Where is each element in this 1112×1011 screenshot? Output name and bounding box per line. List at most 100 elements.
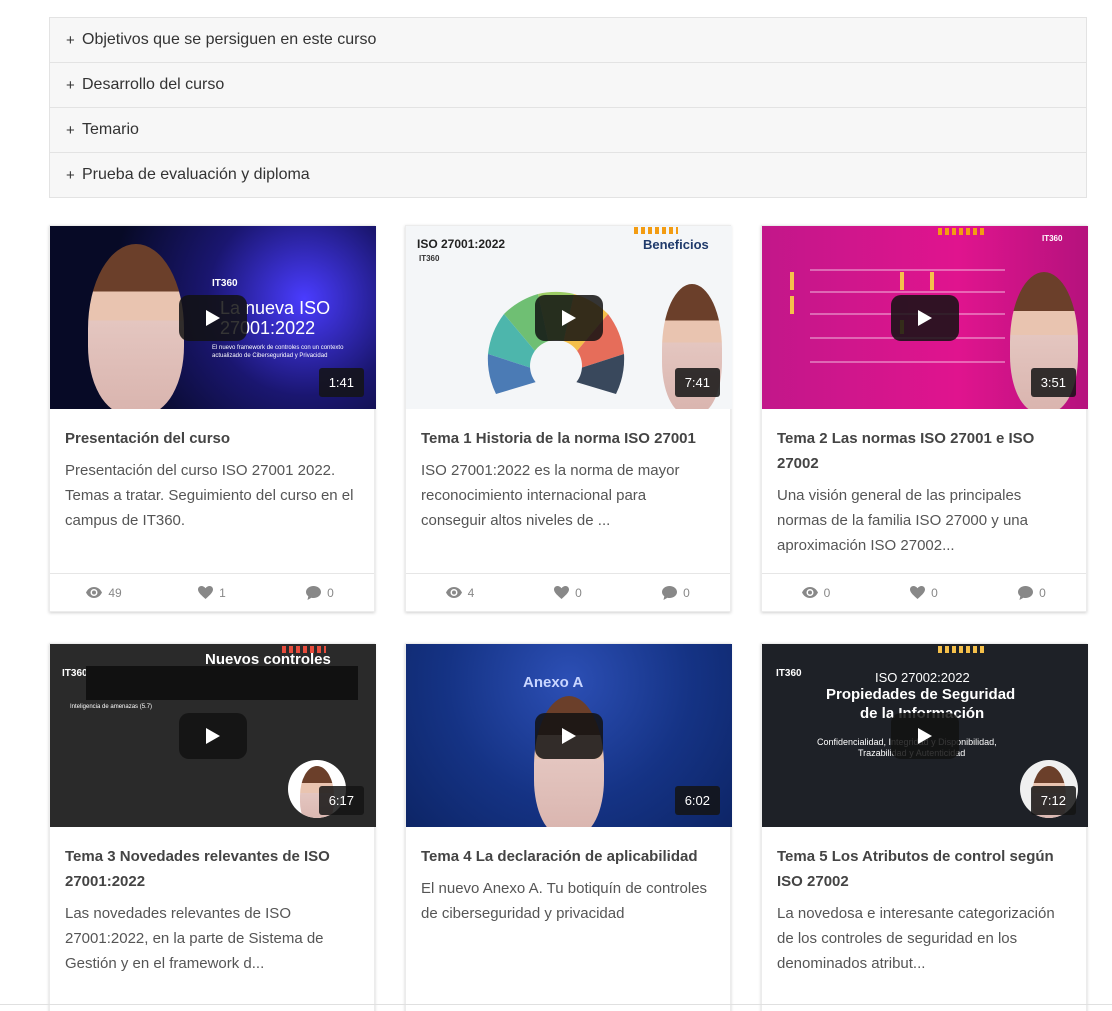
video-title[interactable]: Tema 4 La declaración de aplicabilidad: [421, 844, 715, 869]
page-divider: [0, 1004, 1112, 1005]
video-thumbnail[interactable]: ISO 27001:2022 IT360 Beneficios 7:41: [406, 226, 732, 409]
accordion-label: Desarrollo del curso: [82, 76, 225, 93]
comments-count: 0: [683, 585, 690, 600]
views-stat: 4: [406, 586, 514, 600]
video-duration: 6:17: [318, 786, 364, 815]
plus-icon: +: [66, 121, 75, 139]
likes-stat[interactable]: 0: [870, 586, 978, 600]
views-count: 0: [823, 585, 831, 600]
video-duration: 6:02: [674, 786, 720, 815]
comments-count: 0: [327, 585, 334, 600]
play-button[interactable]: [891, 294, 959, 341]
play-icon: [918, 727, 932, 744]
video-thumbnail[interactable]: IT360 Nuevos controles Inteligencia de a…: [50, 644, 376, 827]
video-duration: 7:41: [674, 368, 720, 397]
thumb-text-box: [86, 666, 358, 700]
video-stats: [50, 1004, 374, 1011]
video-card[interactable]: IT360 3:51 Tema 2 Las normas ISO 27001 e…: [761, 225, 1088, 612]
comments-count: 0: [1039, 585, 1046, 600]
thumb-line1: ISO 27002:2022: [875, 670, 970, 685]
video-duration: 3:51: [1030, 368, 1076, 397]
decorative-stripes: [634, 227, 678, 234]
decorative-stripes: [938, 646, 984, 653]
video-description: El nuevo Anexo A. Tu botiquín de control…: [421, 880, 708, 922]
play-button[interactable]: [891, 712, 959, 759]
play-button[interactable]: [179, 294, 247, 341]
play-button[interactable]: [179, 712, 247, 759]
video-duration: 1:41: [318, 368, 364, 397]
heart-icon: [554, 586, 570, 599]
it360-logo: IT360: [212, 278, 238, 289]
heart-icon: [910, 586, 926, 599]
video-title[interactable]: Tema 1 Historia de la norma ISO 27001: [421, 426, 715, 451]
video-thumbnail[interactable]: IT360 ISO 27002:2022 Propiedades de Segu…: [762, 644, 1088, 827]
accordion-desarrollo[interactable]: + Desarrollo del curso: [49, 62, 1087, 108]
play-icon: [206, 727, 220, 744]
thumb-heading: Anexo A: [523, 674, 584, 691]
video-stats: [762, 1004, 1086, 1011]
video-description: Presentación del curso ISO 27001 2022. T…: [65, 462, 354, 529]
video-duration: 7:12: [1030, 786, 1076, 815]
presenter-image: [88, 244, 184, 409]
video-thumbnail[interactable]: IT360 La nueva ISO 27001:2022 El nuevo f…: [50, 226, 376, 409]
it360-logo: IT360: [62, 668, 88, 679]
accordion-label: Prueba de evaluación y diploma: [82, 166, 310, 183]
likes-count: 0: [575, 585, 582, 600]
likes-stat[interactable]: 0: [514, 586, 622, 600]
plus-icon: +: [66, 31, 75, 49]
play-button[interactable]: [535, 294, 603, 341]
thumb-subtitle: El nuevo framework de controles con un c…: [212, 345, 344, 359]
play-icon: [562, 309, 576, 326]
video-card[interactable]: IT360 ISO 27002:2022 Propiedades de Segu…: [761, 643, 1088, 1011]
likes-count: 0: [931, 585, 938, 600]
accordion-prueba[interactable]: + Prueba de evaluación y diploma: [49, 152, 1087, 198]
eye-icon: [86, 587, 103, 598]
decorative-stripes: [938, 228, 984, 235]
views-stat: 49: [50, 586, 158, 600]
eye-icon: [445, 587, 462, 598]
video-stats: 4 0 0: [406, 573, 730, 611]
video-title[interactable]: Tema 5 Los Atributos de control según IS…: [777, 844, 1071, 894]
plus-icon: +: [66, 76, 75, 94]
accordion-objetivos[interactable]: + Objetivos que se persiguen en este cur…: [49, 17, 1087, 63]
video-thumbnail[interactable]: IT360 3:51: [762, 226, 1088, 409]
video-stats: 49 1 0: [50, 573, 374, 611]
video-description: Una visión general de las principales no…: [777, 487, 1028, 554]
comments-stat[interactable]: 0: [622, 585, 730, 600]
comments-stat[interactable]: 0: [978, 585, 1086, 600]
likes-stat[interactable]: 1: [158, 586, 266, 600]
views-count: 49: [108, 585, 122, 600]
video-thumbnail[interactable]: Anexo A 6:02: [406, 644, 732, 827]
it360-logo: IT360: [776, 668, 802, 679]
video-stats: 0 0 0: [762, 573, 1086, 611]
video-stats: [406, 1004, 730, 1011]
video-title[interactable]: Tema 2 Las normas ISO 27001 e ISO 27002: [777, 426, 1071, 476]
course-info-accordion: + Objetivos que se persiguen en este cur…: [49, 17, 1087, 198]
comment-icon: [1018, 585, 1034, 600]
views-count: 4: [467, 585, 475, 600]
it360-logo: IT360: [419, 254, 440, 263]
video-description: ISO 27001:2022 es la norma de mayor reco…: [421, 462, 680, 529]
thumb-subtitle: Inteligencia de amenazas (5.7): [70, 704, 153, 710]
thumb-line2: Propiedades de Seguridad: [826, 686, 1016, 703]
plus-icon: +: [66, 166, 75, 184]
play-icon: [562, 727, 576, 744]
play-button[interactable]: [535, 712, 603, 759]
accordion-label: Temario: [82, 121, 139, 138]
video-title[interactable]: Tema 3 Novedades relevantes de ISO 27001…: [65, 844, 359, 894]
comment-icon: [306, 585, 322, 600]
video-card[interactable]: ISO 27001:2022 IT360 Beneficios 7:41 Tem…: [405, 225, 732, 612]
play-icon: [206, 309, 220, 326]
eye-icon: [801, 587, 818, 598]
video-card[interactable]: IT360 La nueva ISO 27001:2022 El nuevo f…: [49, 225, 376, 612]
likes-count: 1: [219, 585, 226, 600]
video-card[interactable]: Anexo A 6:02 Tema 4 La declaración de ap…: [405, 643, 732, 1011]
comments-stat[interactable]: 0: [266, 585, 374, 600]
video-card[interactable]: IT360 Nuevos controles Inteligencia de a…: [49, 643, 376, 1011]
video-title[interactable]: Presentación del curso: [65, 426, 359, 451]
it360-logo: IT360: [1042, 234, 1063, 243]
accordion-label: Objetivos que se persiguen en este curso: [82, 31, 377, 48]
heart-icon: [198, 586, 214, 599]
accordion-temario[interactable]: + Temario: [49, 107, 1087, 153]
comment-icon: [662, 585, 678, 600]
